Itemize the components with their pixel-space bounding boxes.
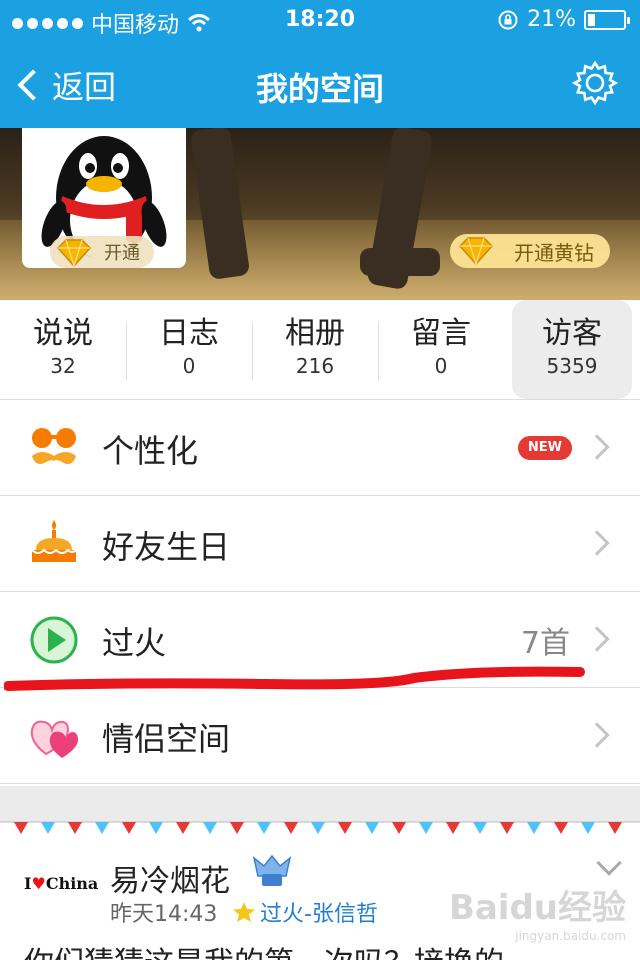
yellow-diamond-label: 开通黄钻 <box>514 240 594 265</box>
open-vip-label: 开通 <box>104 243 140 264</box>
stat-value: 216 <box>295 354 335 378</box>
stat-label: 相册 <box>285 316 345 351</box>
star-icon <box>233 902 255 922</box>
bunting-flag <box>257 822 271 834</box>
bunting-flag <box>365 822 379 834</box>
yellow-diamond-icon <box>458 237 494 266</box>
status-right: 21% <box>497 7 630 32</box>
gear-icon[interactable] <box>572 60 618 106</box>
chevron-right-icon <box>584 626 610 652</box>
page-title: 我的空间 <box>255 70 384 108</box>
stat-album[interactable]: 相册 216 <box>252 300 378 399</box>
bunting-flag <box>581 822 595 834</box>
feed-song-link[interactable]: 过火-张信哲 <box>232 896 378 928</box>
stat-label: 访客 <box>542 316 602 351</box>
stat-label: 日志 <box>159 316 219 351</box>
stat-shuoshuo[interactable]: 说说 32 <box>0 300 126 399</box>
bunting-flag <box>41 822 55 834</box>
bunting-flag <box>122 822 136 834</box>
new-badge: NEW <box>517 436 572 460</box>
feed-user-name[interactable]: 易冷烟花 <box>110 856 230 900</box>
bunting-flag <box>230 822 244 834</box>
stat-visitors[interactable]: 访客 5359 <box>512 300 632 399</box>
chevron-right-icon <box>584 722 610 748</box>
bunting-flag <box>149 822 163 834</box>
stat-label: 留言 <box>411 316 471 351</box>
stat-blog[interactable]: 日志 0 <box>126 300 252 399</box>
bunting-flag <box>284 822 298 834</box>
bunting-flag <box>95 822 109 834</box>
chevron-down-icon[interactable] <box>596 850 622 876</box>
stat-value: 0 <box>434 354 448 378</box>
hearts-icon <box>30 720 78 758</box>
bunting-flag <box>338 822 352 834</box>
stat-value: 32 <box>50 354 76 378</box>
baidu-watermark: Baidu经验 jingyan.baidu.com <box>449 880 626 943</box>
bunting-flag <box>176 822 190 834</box>
battery-icon <box>584 9 630 30</box>
bunting-flag <box>527 822 541 834</box>
bunting-flag <box>68 822 82 834</box>
battery-fill <box>588 13 595 26</box>
feed-content: 你们猜猜这是我的第一次吗？接换的 <box>24 938 504 960</box>
chevron-right-icon <box>584 434 610 460</box>
bunting-flag <box>14 822 28 834</box>
banner-shoe <box>360 248 440 276</box>
song-title: 过火-张信哲 <box>260 902 378 927</box>
menu-item-label: 好友生日 <box>102 528 231 566</box>
logo-suffix: China <box>45 874 99 893</box>
watermark-sub: jingyan.baidu.com <box>515 929 626 943</box>
play-icon <box>30 616 78 664</box>
bunting-flag <box>446 822 460 834</box>
menu-item-label: 过火 <box>102 624 167 662</box>
bunting-flag <box>419 822 433 834</box>
cake-icon <box>31 520 77 562</box>
bunting-flag <box>554 822 568 834</box>
user-avatar-logo[interactable]: I♥China <box>24 874 98 893</box>
stat-value: 0 <box>182 354 196 378</box>
stats-bar: 说说 32 日志 0 相册 216 留言 0 访客 5359 <box>0 300 640 400</box>
bunting-flag <box>311 822 325 834</box>
vip-level-icon <box>252 854 292 886</box>
bunting-flag <box>500 822 514 834</box>
menu-item-label: 情侣空间 <box>102 720 231 758</box>
battery-percent: 21% <box>527 7 576 32</box>
bunting-flag <box>473 822 487 834</box>
red-underline-annotation <box>4 666 585 691</box>
stat-messages[interactable]: 留言 0 <box>378 300 504 399</box>
menu-list: 个性化 NEW 好友生日 过火 7首 情侣空间 <box>0 400 640 784</box>
mustache-icon <box>32 428 76 464</box>
menu-item-birthday[interactable]: 好友生日 <box>0 496 640 592</box>
song-count: 7首 <box>520 626 570 661</box>
stat-label: 说说 <box>33 316 93 351</box>
bunting-flag <box>608 822 622 834</box>
heart-icon: ♥ <box>31 874 46 893</box>
diamond-icon <box>56 239 92 268</box>
menu-item-personalize[interactable]: 个性化 NEW <box>0 400 640 496</box>
top-bar: 中国移动 18:20 21% 返回 我的空间 <box>0 0 640 128</box>
bunting-decoration <box>0 821 640 834</box>
feed-time: 昨天14:43 <box>110 902 218 927</box>
watermark-main: Baidu经验 <box>448 888 626 928</box>
section-gap <box>0 786 640 822</box>
nav-bar: 返回 我的空间 <box>0 40 640 128</box>
rotation-lock-icon <box>498 10 518 29</box>
stat-value: 5359 <box>546 354 598 378</box>
bunting-flag <box>392 822 406 834</box>
menu-item-label: 个性化 <box>102 432 199 470</box>
chevron-right-icon <box>584 530 610 556</box>
status-bar: 中国移动 18:20 21% <box>0 0 640 40</box>
bunting-flag <box>203 822 217 834</box>
menu-item-couple-space[interactable]: 情侣空间 <box>0 688 640 784</box>
